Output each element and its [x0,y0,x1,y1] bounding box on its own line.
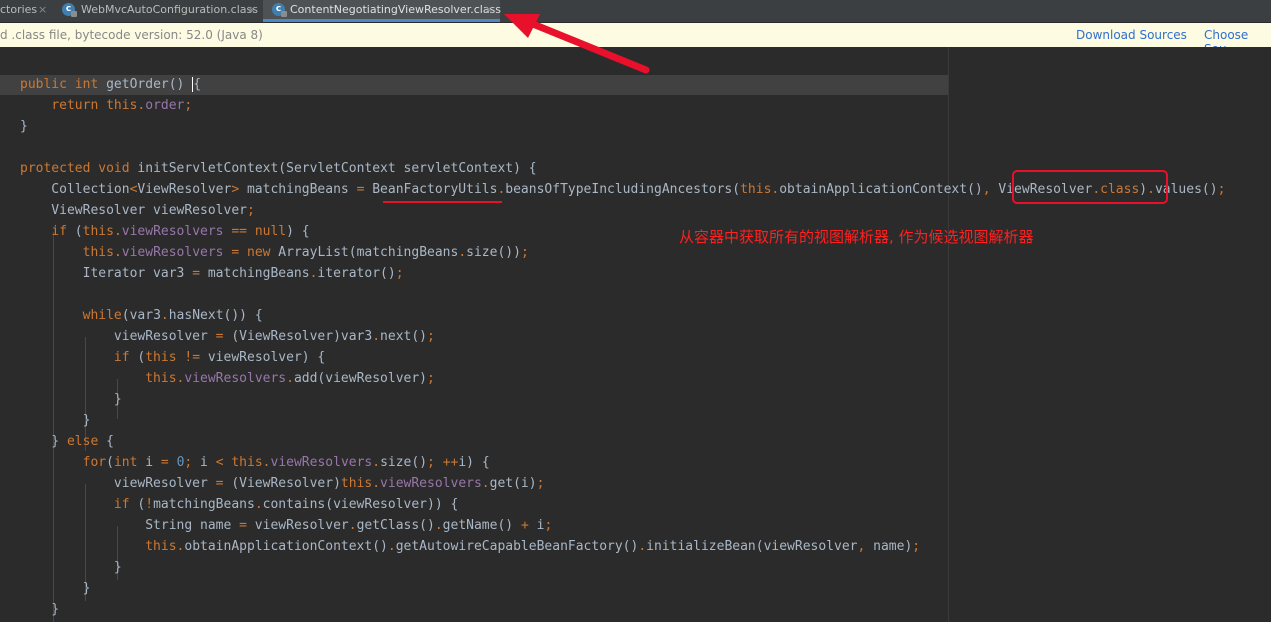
red-arrow-annotation [504,14,650,74]
